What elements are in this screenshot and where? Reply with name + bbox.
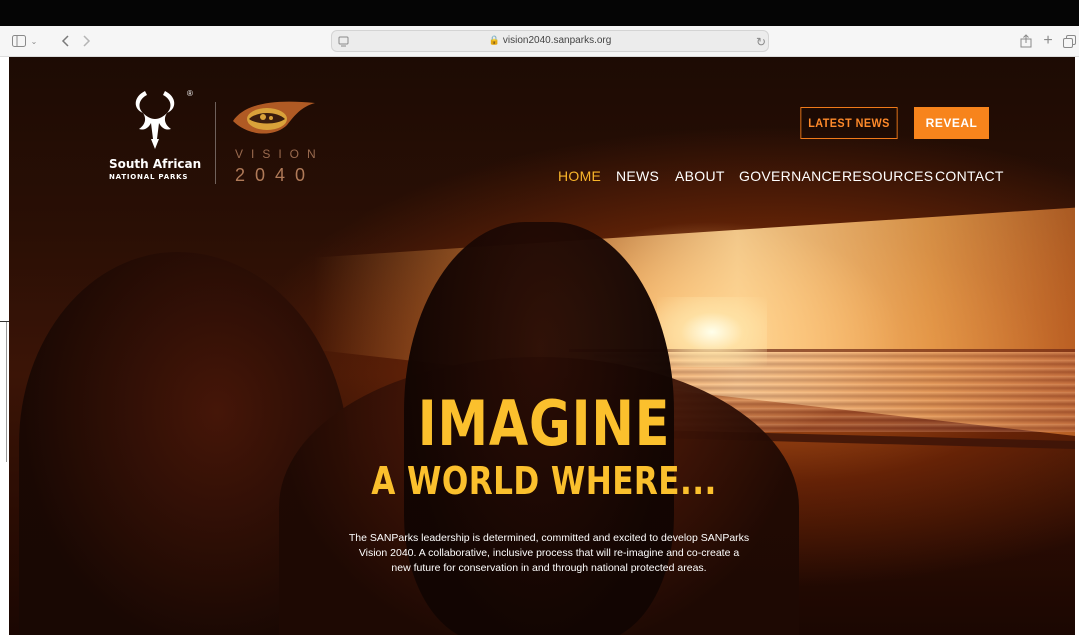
hero-headline-imagine: IMAGINE [417,387,671,460]
tabs-icon[interactable] [1061,32,1077,50]
hero-description-line: Vision 2040. A collaborative, inclusive … [358,547,740,559]
chevron-down-icon[interactable]: ⌄ [29,32,39,50]
hero-description: The SANParks leadership is determined, c… [319,531,779,576]
hero-description-line: The SANParks leadership is determined, c… [348,532,750,544]
edge-panel [0,322,7,462]
url-text: vision2040.sanparks.org [502,35,612,46]
kudu-head-icon [135,91,175,149]
vision-year: 2040 [235,165,316,185]
logo-divider [215,102,216,184]
screen: ⌄ 🔒 vision2040.sanparks.org ↻ + ® South … [0,0,1079,635]
reveal-button[interactable]: REVEAL [914,107,989,139]
share-icon[interactable] [1018,32,1034,50]
nav-resources[interactable]: RESOURCES [842,168,933,186]
hero-headline-world: A WORLD WHERE... [371,459,717,503]
lock-icon: 🔒 [488,35,500,45]
left-window-edge [0,57,9,635]
reload-icon[interactable]: ↻ [754,33,768,51]
sun-flare [657,297,767,367]
nav-governance[interactable]: GOVERNANCE [739,168,842,186]
logo-line-south-african: South African [109,157,202,171]
address-bar[interactable]: 🔒 vision2040.sanparks.org ↻ [331,30,769,52]
vision-word: VISION [235,147,324,161]
vision-2040-logo[interactable]: VISION 2040 [231,97,331,192]
top-bezel [0,0,1079,26]
registered-mark: ® [187,89,193,98]
sidebar-icon[interactable] [10,32,28,50]
hero-description-line: new future for conservation in and throu… [391,562,707,574]
url-display: 🔒 vision2040.sanparks.org [332,35,768,46]
hero-section: ® South African NATIONAL PARKS VISION 20… [9,57,1079,635]
right-window-edge [1075,57,1079,635]
logo-line-national-parks: NATIONAL PARKS [109,173,189,181]
nav-news[interactable]: NEWS [616,168,659,186]
nav-contact[interactable]: CONTACT [935,168,1004,186]
forward-icon[interactable] [80,32,94,50]
plus-icon[interactable]: + [1041,32,1055,50]
sanparks-logo[interactable]: ® South African NATIONAL PARKS [109,89,201,181]
latest-news-button[interactable]: LATEST NEWS [800,107,898,139]
nav-home[interactable]: HOME [558,168,601,186]
browser-toolbar: ⌄ 🔒 vision2040.sanparks.org ↻ + [0,26,1079,57]
eye-emblem-icon [233,101,315,134]
nav-about[interactable]: ABOUT [675,168,725,186]
back-icon[interactable] [58,32,72,50]
